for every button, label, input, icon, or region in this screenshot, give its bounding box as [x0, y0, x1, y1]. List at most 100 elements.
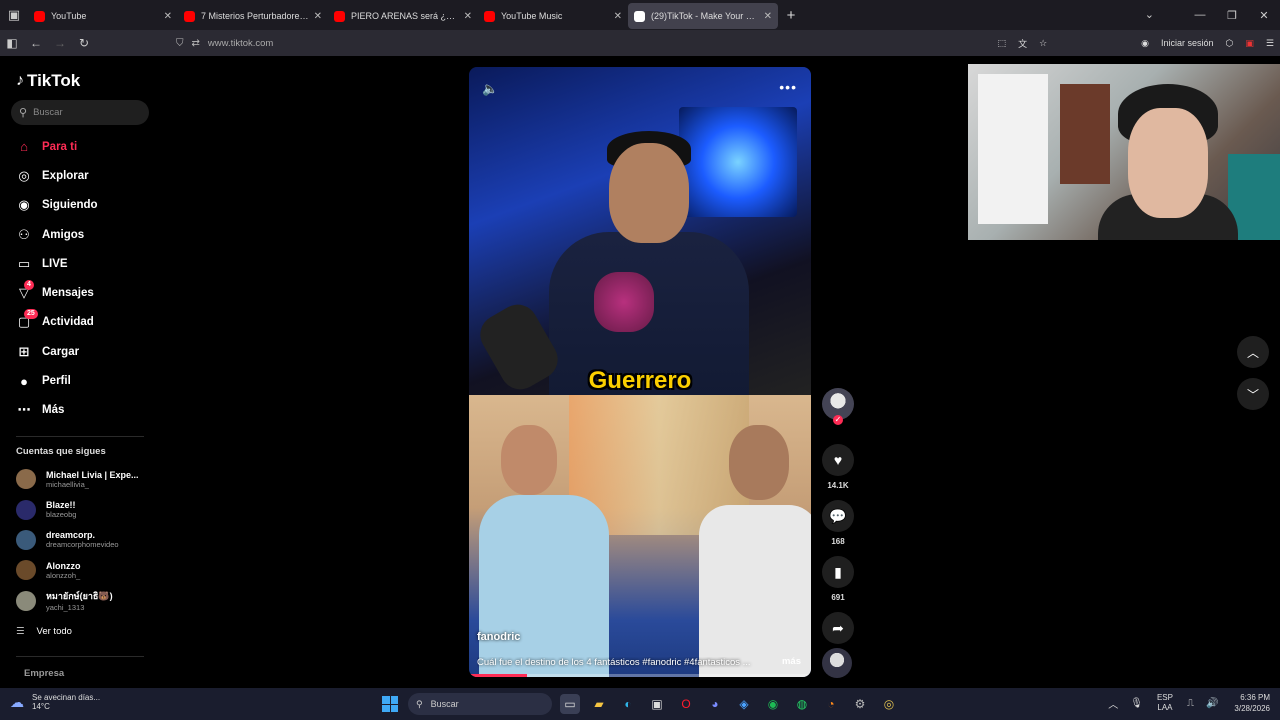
- firefox-icon[interactable]: ◔: [821, 694, 841, 714]
- url-text[interactable]: www.tiktok.com: [208, 38, 273, 49]
- video-progress-bar[interactable]: [469, 674, 811, 677]
- music-disc-avatar[interactable]: [822, 648, 852, 678]
- menu-icon[interactable]: ☰: [1266, 38, 1274, 49]
- close-tab-icon[interactable]: ✕: [314, 11, 322, 22]
- following-account[interactable]: หมายักษ์(ยาธิ🐻) yachi_1313: [16, 586, 156, 616]
- network-icon[interactable]: ⎍: [1187, 698, 1194, 709]
- edge-icon[interactable]: ◐: [618, 694, 638, 714]
- account-icon[interactable]: ◉: [1141, 38, 1149, 49]
- windows-start-icon[interactable]: [382, 696, 398, 712]
- steam-icon[interactable]: ⚙: [850, 694, 870, 714]
- weather-title: Se avecinan días...: [32, 693, 101, 702]
- file-explorer-icon[interactable]: ▰: [589, 694, 609, 714]
- browser-tab[interactable]: PIERO ARENAS será ¿DENU ✕: [328, 3, 478, 29]
- following-account[interactable]: dreamcorp. dreamcorphomevideo: [16, 525, 156, 555]
- list-all-tabs-icon[interactable]: ⌄: [1145, 8, 1154, 21]
- save-button[interactable]: ▮: [822, 556, 854, 588]
- comment-button[interactable]: 💬: [822, 500, 854, 532]
- follow-plus-icon[interactable]: ✓: [833, 415, 843, 425]
- tray-expand-icon[interactable]: ︿: [1108, 696, 1118, 711]
- tiktok-sidebar: ♪ TikTok ⚲ Buscar ⌂ Para ti ◎ Explorar ◉ S…: [0, 56, 160, 688]
- close-tab-icon[interactable]: ✕: [464, 11, 472, 22]
- forward-icon[interactable]: →: [48, 36, 72, 50]
- save-count: 691: [831, 593, 845, 602]
- browser-tab[interactable]: YouTube Music ✕: [478, 3, 628, 29]
- clock-time: 6:36 PM: [1240, 693, 1270, 702]
- menu-item-profile[interactable]: ● Perfil: [0, 366, 160, 395]
- menu-item-live[interactable]: ▭ LIVE: [0, 249, 160, 278]
- mic-icon[interactable]: 🎙: [1130, 698, 1143, 709]
- sidebar-toggle-icon[interactable]: ◧: [0, 36, 24, 50]
- close-tab-icon[interactable]: ✕: [614, 11, 622, 22]
- menu-item-home[interactable]: ⌂ Para ti: [0, 132, 160, 161]
- search-input[interactable]: ⚲ Buscar: [11, 100, 149, 125]
- previous-video-button[interactable]: ︿: [1237, 336, 1269, 368]
- menu-item-compass[interactable]: ◎ Explorar: [0, 161, 160, 190]
- menu-item-messages[interactable]: ▽ 4 Mensajes: [0, 278, 160, 307]
- bookmark-icon: ▮: [834, 563, 842, 580]
- menu-item-activity[interactable]: ▢ 25 Actividad: [0, 308, 160, 337]
- company-link[interactable]: Empresa: [24, 668, 64, 679]
- extensions-icon[interactable]: ⬡: [1226, 38, 1234, 49]
- signin-button[interactable]: Iniciar sesión: [1161, 38, 1214, 48]
- following-account[interactable]: Blaze!! blazeobg: [16, 494, 156, 524]
- opera-icon[interactable]: O: [676, 694, 696, 714]
- store-icon[interactable]: ▣: [647, 694, 667, 714]
- menu-item-upload[interactable]: ⊞ Cargar: [0, 337, 160, 366]
- save-page-icon[interactable]: ⬚: [998, 38, 1007, 49]
- close-tab-icon[interactable]: ✕: [764, 11, 772, 22]
- new-tab-button[interactable]: +: [778, 7, 804, 24]
- shield-icon[interactable]: ⛉: [176, 38, 184, 49]
- avatar: [16, 590, 36, 611]
- creator-avatar[interactable]: ✓: [822, 388, 854, 425]
- language-indicator[interactable]: ESP LAA: [1157, 693, 1173, 713]
- menu-item-label: Actividad: [42, 316, 94, 329]
- menu-item-more[interactable]: ⋯ Más: [0, 396, 160, 425]
- clock[interactable]: 6:36 PM 3/28/2026: [1234, 692, 1270, 714]
- app2-icon[interactable]: ◎: [879, 694, 899, 714]
- tab-title: PIERO ARENAS será ¿DENU: [351, 11, 460, 21]
- like-button[interactable]: ♥: [822, 444, 854, 476]
- share-icon: ➦: [832, 619, 844, 636]
- chevron-up-icon: ︿: [1246, 345, 1259, 360]
- volume-icon[interactable]: 🔈: [482, 81, 498, 97]
- whatsapp-icon[interactable]: ◍: [792, 694, 812, 714]
- video-player[interactable]: Guerrero 🔈 ••• fanodric Cuál fue el dest…: [469, 67, 811, 677]
- back-icon[interactable]: ←: [24, 36, 48, 50]
- close-window-icon[interactable]: ✕: [1248, 9, 1280, 22]
- upload-icon: ⊞: [18, 343, 30, 359]
- app-icon[interactable]: ◈: [734, 694, 754, 714]
- menu-item-label: Mensajes: [42, 287, 94, 300]
- translate-icon[interactable]: 文: [1018, 37, 1027, 50]
- spotify-icon[interactable]: ◉: [763, 694, 783, 714]
- extension-badge-icon[interactable]: ▣: [1245, 38, 1254, 49]
- url-bar[interactable]: ⛉ ⇄ www.tiktok.com: [176, 33, 1056, 53]
- minimize-icon[interactable]: —: [1184, 9, 1216, 21]
- close-tab-icon[interactable]: ✕: [164, 11, 172, 22]
- bookmark-star-icon[interactable]: ☆: [1039, 38, 1047, 49]
- browser-tab[interactable]: 7 Misterios Perturbadores D ✕: [178, 3, 328, 29]
- following-account[interactable]: Michael Livia | Expe... michaellivia_: [16, 464, 156, 494]
- browser-tab[interactable]: (29)TikTok - Make Your Day ✕: [628, 3, 778, 29]
- lang-code: ESP: [1156, 693, 1173, 702]
- volume-icon[interactable]: 🔊: [1206, 698, 1218, 709]
- see-more-button[interactable]: más: [782, 656, 801, 667]
- more-options-icon[interactable]: •••: [779, 79, 797, 95]
- video-author[interactable]: fanodric: [477, 631, 520, 643]
- restore-icon[interactable]: ❐: [1216, 9, 1248, 22]
- menu-item-friends[interactable]: ⚇ Amigos: [0, 220, 160, 249]
- weather-widget[interactable]: ☁ Se avecinan días... 14°C: [10, 693, 100, 711]
- menu-item-following[interactable]: ◉ Siguiendo: [0, 191, 160, 220]
- taskbar-search[interactable]: ⚲ Buscar: [408, 693, 552, 715]
- tab-overview-icon[interactable]: ▣: [0, 0, 28, 30]
- browser-tab[interactable]: YouTube ✕: [28, 3, 178, 29]
- next-video-button[interactable]: ﹀: [1237, 378, 1269, 410]
- tiktok-logo[interactable]: ♪ TikTok: [16, 71, 80, 91]
- reload-icon[interactable]: ↻: [72, 36, 96, 50]
- permissions-icon[interactable]: ⇄: [192, 38, 200, 49]
- task-view-icon[interactable]: ▭: [560, 694, 580, 714]
- discord-icon[interactable]: ◕: [705, 694, 725, 714]
- share-button[interactable]: ➦: [822, 612, 854, 644]
- see-all-link[interactable]: ☰ Ver todo: [16, 626, 72, 637]
- following-account[interactable]: Alonzzo alonzzoh_: [16, 555, 156, 585]
